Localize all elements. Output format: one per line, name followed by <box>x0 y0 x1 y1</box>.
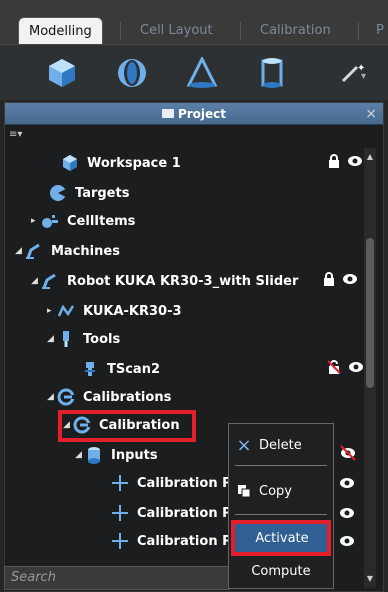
tree-item-tscan2[interactable]: TScan2 <box>81 355 160 383</box>
collapse-arrow-icon[interactable]: ◢ <box>31 276 41 286</box>
cube-icon[interactable] <box>40 45 84 101</box>
scroll-up-icon[interactable]: ▲ <box>366 152 374 161</box>
expand-arrow-icon[interactable]: ▸ <box>31 216 41 226</box>
robot-icon <box>41 272 59 290</box>
magic-wand-icon[interactable]: ✦ ▾ <box>330 45 374 101</box>
tree-item-robot[interactable]: ◢ Robot KUKA KR30-3_with Slider <box>31 267 298 295</box>
tree-item-label: CellItems <box>67 213 136 229</box>
scroll-thumb[interactable] <box>366 238 374 388</box>
tree-item-label: Calibrations <box>83 389 172 405</box>
sphere-icon[interactable] <box>110 45 154 101</box>
inputs-icon <box>85 446 103 464</box>
item-state-controls <box>327 360 364 374</box>
workspace-icon <box>61 154 79 172</box>
tab-calibration[interactable]: Calibration <box>260 20 331 44</box>
tree-item-kuka-kinematics[interactable]: ▸ KUKA-KR30-3 <box>47 297 182 325</box>
menu-divider <box>235 465 327 466</box>
tab-divider <box>120 22 121 40</box>
ribbon-tabs: Modelling Cell Layout Calibration P <box>0 0 388 44</box>
tree-item-targets[interactable]: Targets <box>49 179 129 207</box>
app-window: Modelling Cell Layout Calibration P ✦ ▾ P… <box>0 0 388 592</box>
item-state-controls <box>323 272 358 286</box>
tree-item-label: Calibration P <box>137 475 232 491</box>
tree-item-calibrations[interactable]: ◢ Calibrations <box>47 383 171 411</box>
tree-item-label: Calibration P <box>137 505 232 521</box>
panel-header: Project × <box>5 103 383 125</box>
menu-item-compute[interactable]: Compute <box>229 556 333 586</box>
tree-item-workspace[interactable]: Workspace 1 <box>61 149 181 177</box>
plus-icon <box>111 532 129 550</box>
highlight-activate <box>231 520 331 556</box>
tree-item-label: TScan2 <box>107 361 161 377</box>
tool-icon <box>57 330 75 348</box>
tab-divider <box>240 22 241 40</box>
tab-divider <box>358 22 359 40</box>
plus-icon <box>111 504 129 522</box>
tree-item-calibration-point[interactable]: Calibration P <box>111 527 232 555</box>
menu-item-delete[interactable]: × Delete <box>229 430 333 460</box>
menu-item-copy[interactable]: Copy <box>229 476 333 506</box>
highlight-calibration <box>58 410 196 442</box>
menu-divider <box>235 514 327 515</box>
lock-icon[interactable] <box>328 154 340 168</box>
close-icon[interactable]: × <box>365 103 377 125</box>
tab-truncated[interactable]: P <box>376 20 384 44</box>
collapse-arrow-icon[interactable]: ◢ <box>15 246 25 256</box>
tree-item-machines[interactable]: ◢ Machines <box>15 237 120 265</box>
tree-item-label: Calibration P <box>137 533 232 549</box>
tree-item-label: Workspace 1 <box>87 155 181 171</box>
expand-arrow-icon[interactable]: ▸ <box>47 306 57 316</box>
cone-icon[interactable] <box>180 45 224 101</box>
eye-icon[interactable] <box>339 477 355 489</box>
copy-icon <box>229 484 259 498</box>
collapse-arrow-icon[interactable]: ◢ <box>47 392 57 402</box>
tree-scrollbar[interactable]: ▲ ▼ <box>364 148 376 588</box>
tree-item-label: Tools <box>83 331 121 347</box>
collapse-arrow-icon[interactable]: ◢ <box>47 334 57 344</box>
calibrations-icon <box>57 388 75 406</box>
cylinder-icon[interactable] <box>250 45 294 101</box>
svg-text:▾: ▾ <box>361 71 366 82</box>
context-menu: × Delete Copy Activate Compute <box>228 423 334 589</box>
eye-icon[interactable] <box>339 535 355 547</box>
eye-icon[interactable] <box>339 507 355 519</box>
tree-item-inputs[interactable]: ◢ Inputs <box>75 441 158 469</box>
tree-menu-icon[interactable]: ≡▾ <box>9 129 22 140</box>
eye-icon[interactable] <box>342 273 358 285</box>
tree-item-label: KUKA-KR30-3 <box>83 303 182 319</box>
unlocked-icon[interactable] <box>327 360 341 374</box>
panel-title: Project <box>177 107 227 121</box>
plus-icon <box>111 474 129 492</box>
menu-item-label: Copy <box>259 483 292 499</box>
search-input[interactable]: Search <box>4 566 230 590</box>
tab-cell-layout[interactable]: Cell Layout <box>140 20 213 44</box>
modelling-toolbar: ✦ ▾ <box>0 44 388 100</box>
collapse-arrow-icon[interactable]: ◢ <box>75 450 85 460</box>
menu-item-label: Compute <box>251 563 311 579</box>
eye-icon[interactable] <box>348 361 364 373</box>
tree-item-tools[interactable]: ◢ Tools <box>47 325 120 353</box>
hidden-eye-icon[interactable] <box>339 445 357 461</box>
menu-item-label: Delete <box>259 437 302 453</box>
scanner-icon <box>81 360 99 378</box>
kinematics-icon <box>57 302 75 320</box>
tree-item-label: Machines <box>51 243 120 259</box>
item-state-controls <box>328 154 363 168</box>
tree-item-calibration-point[interactable]: Calibration P <box>111 469 232 497</box>
folder-icon <box>161 109 174 118</box>
tree-item-label: Robot KUKA KR30-3_with Slider <box>67 273 299 289</box>
tree-item-calibration-point[interactable]: Calibration P <box>111 499 232 527</box>
tree-item-label: Inputs <box>111 447 158 463</box>
machines-icon <box>25 242 43 260</box>
eye-icon[interactable] <box>347 155 363 167</box>
lock-icon[interactable] <box>323 272 335 286</box>
tab-modelling[interactable]: Modelling <box>18 17 103 44</box>
tree-item-label: Targets <box>75 185 130 201</box>
cellitems-icon <box>41 212 59 230</box>
close-icon: × <box>236 434 252 456</box>
tree-item-cellitems[interactable]: ▸ CellItems <box>31 207 135 235</box>
targets-icon <box>49 184 68 202</box>
scroll-down-icon[interactable]: ▼ <box>366 574 374 583</box>
